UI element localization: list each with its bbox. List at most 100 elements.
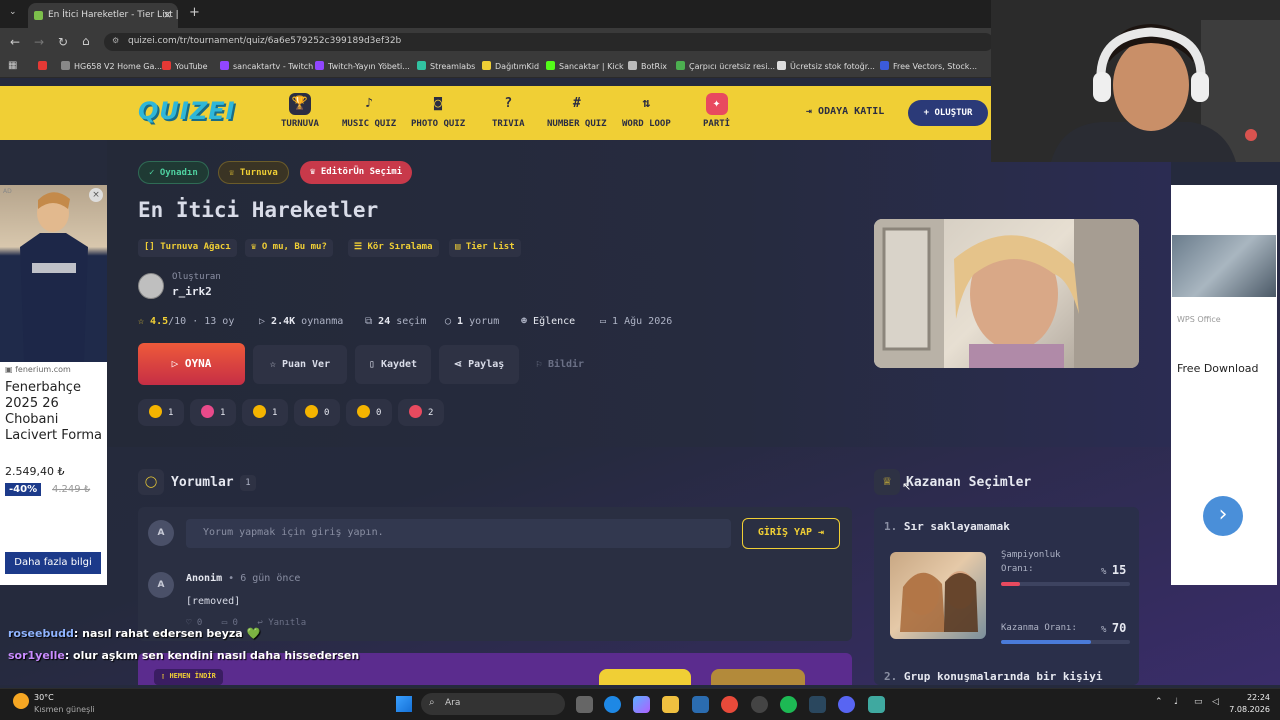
choices-stat: ⧉ 24 seçim xyxy=(365,316,427,327)
mode-tournament-bracket[interactable]: [] Turnuva Ağacı xyxy=(138,239,237,257)
bookmark-item[interactable] xyxy=(38,61,51,71)
ad-title[interactable]: Fenerbahçe 2025 26 Chobani Lacivert Form… xyxy=(5,380,103,444)
bookmark-item[interactable]: Sancaktar | Kick xyxy=(546,61,624,71)
site-info-icon[interactable]: ⚙ xyxy=(112,36,119,45)
mode-blind-ranking[interactable]: ☰ Kör Sıralama xyxy=(348,239,439,257)
mail-icon[interactable] xyxy=(692,696,709,713)
browser-tab[interactable]: En İtici Hareketler - Tier List | Ki × xyxy=(28,3,178,28)
home-icon[interactable]: ⌂ xyxy=(82,34,90,48)
nav-parti[interactable]: ✦ PARTİ xyxy=(703,93,730,129)
bookmark-item[interactable]: Free Vectors, Stock... xyxy=(880,61,977,71)
editors-choice-chip: ♛ EditörÜn Seçimi xyxy=(300,161,413,184)
play-icon: ▷ xyxy=(171,357,185,370)
play-button[interactable]: ▷ OYNA xyxy=(138,343,245,385)
nav-trivia[interactable]: ? TRIVIA xyxy=(492,93,525,129)
bookmark-favicon-icon xyxy=(482,61,491,70)
bookmark-item[interactable]: BotRix xyxy=(628,61,667,71)
windows-start-icon[interactable] xyxy=(396,696,412,712)
reply-button[interactable]: ↩ Yanıtla xyxy=(257,618,306,628)
creator-avatar[interactable] xyxy=(138,273,164,299)
nav-turnuva[interactable]: 🏆 TURNUVA xyxy=(281,93,319,129)
bookmark-item[interactable]: Twitch-Yayın Yöbeti... xyxy=(315,61,410,71)
taskbar-search[interactable]: ⌕ Ara xyxy=(421,693,565,715)
mouse-cursor-icon: ↖ xyxy=(902,480,912,493)
discord-icon[interactable] xyxy=(838,696,855,713)
nav-number-quiz[interactable]: # NUMBER QUIZ xyxy=(547,93,607,129)
bookmark-item[interactable]: HG658 V2 Home Ga... xyxy=(61,61,162,71)
forward-icon[interactable]: → xyxy=(34,35,44,49)
weather-sun-icon xyxy=(13,693,29,709)
mode-this-or-that[interactable]: ♛ O mu, Bu mu? xyxy=(245,239,333,257)
reaction-thumbs-up[interactable]: 1 xyxy=(138,399,184,426)
file-explorer-icon[interactable] xyxy=(662,696,679,713)
creator-name[interactable]: r_irk2 xyxy=(172,285,212,298)
report-button[interactable]: ⚐ Bildir xyxy=(527,345,593,384)
reaction-laugh[interactable]: 1 xyxy=(242,399,288,426)
play-icon: ▷ xyxy=(259,316,272,327)
bookmark-item[interactable]: DağıtımKid xyxy=(482,61,539,71)
reaction-surprised[interactable]: 0 xyxy=(294,399,340,426)
bookmark-item[interactable]: YouTube xyxy=(162,61,208,71)
close-tab-icon[interactable]: × xyxy=(163,8,172,21)
back-icon[interactable]: ← xyxy=(10,35,20,49)
nav-music-quiz[interactable]: ♪ MUSIC QUIZ xyxy=(342,93,396,129)
reload-icon[interactable]: ↻ xyxy=(58,35,68,49)
task-view-icon[interactable] xyxy=(576,696,593,713)
ad-screenshot-image xyxy=(1172,235,1276,297)
layers-icon: ▤ xyxy=(455,242,466,252)
login-button[interactable]: GİRİŞ YAP ⇥ xyxy=(742,518,840,549)
winner-photo-illustration xyxy=(900,571,978,632)
save-button[interactable]: ▯ Kaydet xyxy=(355,345,431,384)
nav-word-loop[interactable]: ⇅ WORD LOOP xyxy=(622,93,671,129)
ad-download-button[interactable]: Free Download xyxy=(1177,362,1259,375)
bookmark-item[interactable]: Streamlabs xyxy=(417,61,475,71)
winners-title: Kazanan Seçimler xyxy=(906,475,1032,490)
create-button[interactable]: + OLUŞTUR xyxy=(908,100,988,126)
site-logo[interactable]: QUIZEI xyxy=(138,97,236,125)
copilot-icon[interactable] xyxy=(633,696,650,713)
ad-close-icon[interactable]: × xyxy=(89,188,103,202)
mode-tier-list[interactable]: ▤ Tier List xyxy=(449,239,521,257)
bookmark-item[interactable]: Ücretsiz stok fotoğr... xyxy=(777,61,875,71)
reaction-heart[interactable]: 1 xyxy=(190,399,236,426)
network-icon[interactable]: ▭ xyxy=(1194,697,1203,707)
ad-cta-button[interactable]: Daha fazla bilgi xyxy=(5,552,101,574)
tab-list-chevron-icon[interactable]: ⌄ xyxy=(9,7,17,17)
new-tab-icon[interactable]: + xyxy=(189,5,200,20)
kick-icon xyxy=(546,61,555,70)
reaction-sad[interactable]: 0 xyxy=(346,399,392,426)
share-button[interactable]: ⋖ Paylaş xyxy=(439,345,519,384)
weather-temp[interactable]: 30°C xyxy=(34,693,54,702)
reaction-angry[interactable]: 2 xyxy=(398,399,444,426)
apps-grid-icon[interactable]: ▦ xyxy=(8,60,17,71)
spotify-icon[interactable] xyxy=(780,696,797,713)
volume-icon[interactable]: ◁ xyxy=(1212,697,1219,707)
clock-time[interactable]: 22:24 xyxy=(1238,693,1270,702)
winner-item-name[interactable]: 2. Grup konuşmalarında bir kişiyi xyxy=(884,670,1103,683)
rate-button[interactable]: ☆ Puan Ver xyxy=(253,345,347,384)
nav-photo-quiz[interactable]: ◙ PHOTO QUIZ xyxy=(411,93,465,129)
address-bar[interactable]: ⚙ quizei.com/tr/tournament/quiz/6a6e5792… xyxy=(104,33,994,51)
bookmark-item[interactable]: sancaktartv - Twitch xyxy=(220,61,313,71)
bracket-icon: [] xyxy=(144,242,161,252)
tray-chevron-icon[interactable]: ⌃ xyxy=(1155,697,1163,707)
app-icon[interactable] xyxy=(751,696,768,713)
microphone-icon[interactable]: ♩ xyxy=(1174,697,1178,707)
comment-avatar: A xyxy=(148,572,174,598)
edge-icon[interactable] xyxy=(604,696,621,713)
share-icon: ⋖ xyxy=(453,359,469,370)
ad-next-arrow-icon[interactable]: › xyxy=(1203,496,1243,536)
steam-icon[interactable] xyxy=(809,696,826,713)
clock-date[interactable]: 7.08.2026 xyxy=(1222,705,1270,714)
comment-input[interactable]: Yorum yapmak için giriş yapın. xyxy=(186,519,731,548)
winner-item-name[interactable]: 1. Sır saklayamamak xyxy=(884,520,1010,533)
join-room-button[interactable]: ⇥ ODAYA KATIL xyxy=(806,106,884,117)
app-icon[interactable] xyxy=(868,696,885,713)
comment-author[interactable]: Anonim xyxy=(186,573,222,584)
calendar-icon: ▭ xyxy=(600,316,613,327)
chrome-icon[interactable] xyxy=(721,696,738,713)
download-now-badge[interactable]: ▯ HEMEN İNDİR xyxy=(154,669,223,685)
bookmark-item[interactable]: Çarpıcı ücretsiz resi... xyxy=(676,61,775,71)
nav-label: PARTİ xyxy=(703,119,731,129)
category-stat[interactable]: ☻ Eğlence xyxy=(521,316,575,327)
